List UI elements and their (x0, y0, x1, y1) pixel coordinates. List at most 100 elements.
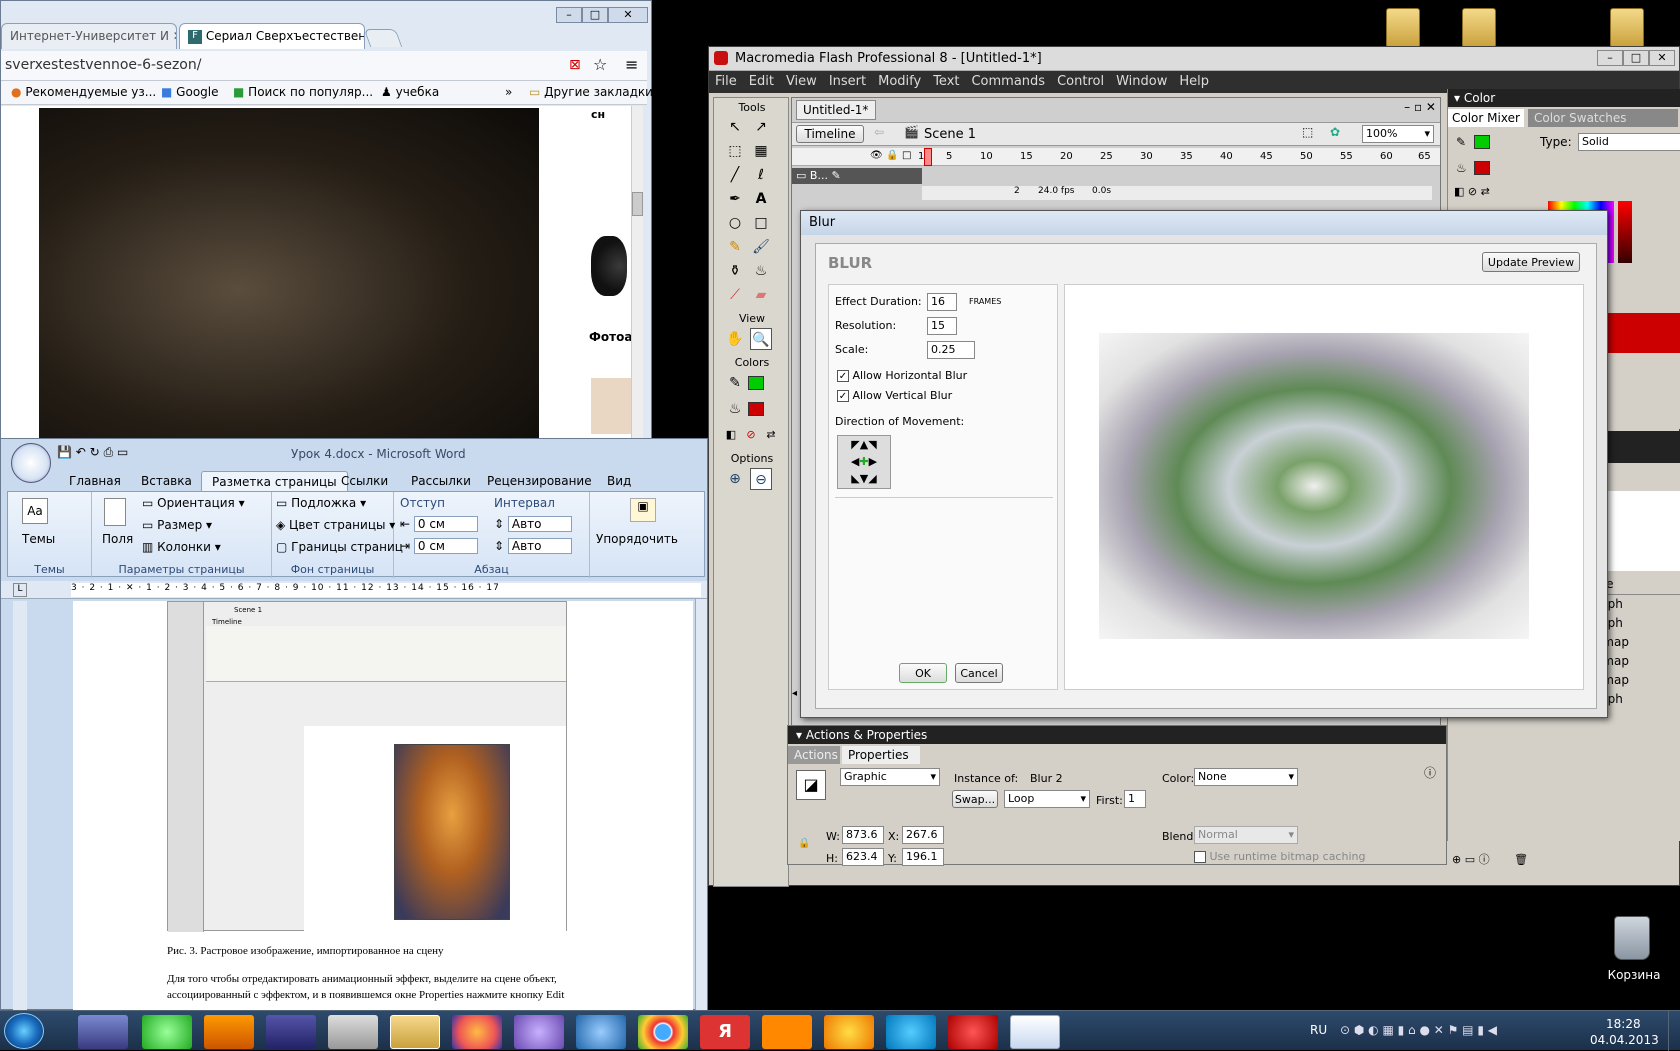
language-indicator[interactable]: RU (1310, 1023, 1327, 1037)
cancel-button[interactable]: Cancel (955, 663, 1003, 683)
swap-colors-icon[interactable]: ⇄ (760, 424, 782, 446)
fill-transform-tool-icon[interactable]: ▦ (750, 140, 772, 162)
tab-mailings[interactable]: Рассылки (401, 471, 481, 491)
lasso-tool-icon[interactable]: ℓ (750, 164, 772, 186)
library-footer-tools[interactable]: ⊕ ▭ ⓘ 🗑 (1452, 851, 1528, 867)
bookmark-folder[interactable]: ▭ Другие закладки (529, 85, 653, 99)
tab-references[interactable]: Ссылки (331, 471, 398, 491)
help-icon[interactable]: ⓘ (1424, 764, 1436, 781)
columns-button[interactable]: ▥ Колонки ▾ (142, 540, 221, 554)
office-button[interactable] (11, 443, 51, 483)
document-tab[interactable]: Untitled-1* (796, 100, 876, 120)
minimize-icon[interactable]: – (556, 7, 582, 23)
runtime-cache-checkbox[interactable]: Use runtime bitmap caching (1194, 850, 1365, 863)
indent-left-field[interactable]: ⇤ 0 см (400, 516, 478, 532)
direction-grid[interactable]: ◤▲◥ ◀✚▶ ◣▼◢ (837, 435, 891, 489)
media-player-icon[interactable] (204, 1015, 254, 1049)
menu-modify[interactable]: Modify (872, 71, 927, 92)
firefox-icon[interactable] (452, 1015, 502, 1049)
width-field[interactable]: 873.6 (842, 826, 884, 844)
watermark-button[interactable]: ▭ Подложка ▾ (276, 496, 366, 510)
redo-icon[interactable]: ↻ (90, 445, 100, 459)
lock-icon[interactable]: 🔒 (798, 838, 810, 849)
tab-review[interactable]: Рецензирование (477, 471, 602, 491)
stroke-color-icon[interactable]: ✎ (1456, 135, 1466, 149)
save-disk-icon[interactable] (266, 1015, 316, 1049)
rectangle-tool-icon[interactable]: □ (750, 212, 772, 234)
loop-select[interactable]: Loop ▾ (1004, 790, 1090, 808)
clock-time[interactable]: 18:28 (1606, 1017, 1641, 1031)
ad-image[interactable] (591, 236, 627, 296)
brush-tool-icon[interactable]: 🖌 (750, 236, 772, 258)
brightness-slider[interactable] (1618, 201, 1632, 263)
browser-tab[interactable]: Интернет-Университет И ✕ (1, 23, 177, 49)
tab-view[interactable]: Вид (597, 471, 641, 491)
tab-page-layout[interactable]: Разметка страницы (201, 471, 348, 492)
undo-icon[interactable]: ↶ (76, 445, 86, 459)
page-color-button[interactable]: ◈ Цвет страницы ▾ (276, 518, 395, 532)
scrollbar[interactable] (631, 106, 643, 439)
zoom-out-icon[interactable]: ⊖ (750, 468, 772, 490)
lock-icon[interactable]: 🔒 (886, 150, 898, 161)
tab-color-mixer[interactable]: Color Mixer (1448, 109, 1524, 127)
browser-tab-active[interactable]: F Сериал Сверхъестествен (179, 23, 365, 49)
layer-row[interactable]: ▭ B... ✎ (792, 168, 922, 184)
skype-icon[interactable] (886, 1015, 936, 1049)
chrome-icon[interactable] (638, 1015, 688, 1049)
color-tools-row[interactable]: ◧ ⊘ ⇄ (1454, 185, 1490, 198)
menu-help[interactable]: Help (1173, 71, 1215, 92)
resolution-field[interactable]: 15 (927, 317, 957, 335)
taskbar-app-icon[interactable] (824, 1015, 874, 1049)
calculator-icon[interactable] (328, 1015, 378, 1049)
margins-icon[interactable] (104, 498, 126, 526)
orientation-button[interactable]: ▭ Ориентация ▾ (142, 496, 245, 510)
maximize-icon[interactable]: □ (1623, 50, 1649, 66)
menu-commands[interactable]: Commands (965, 71, 1051, 92)
fill-color-swatch[interactable] (1474, 161, 1490, 175)
stroke-color-swatch[interactable] (748, 376, 764, 390)
preview-icon[interactable]: ▭ (117, 445, 128, 459)
playhead-marker[interactable] (924, 148, 932, 166)
paint-bucket-tool-icon[interactable]: ♨ (750, 260, 772, 282)
menu-window[interactable]: Window (1110, 71, 1173, 92)
tab-insert[interactable]: Вставка (131, 471, 202, 491)
start-button[interactable] (4, 1013, 44, 1049)
maximize-icon[interactable]: □ (582, 7, 608, 23)
icq-icon[interactable] (142, 1015, 192, 1049)
mail-agent-icon[interactable] (576, 1015, 626, 1049)
tab-home[interactable]: Главная (59, 471, 131, 491)
themes-icon[interactable]: Aa (22, 498, 48, 524)
allow-horizontal-checkbox[interactable]: ✓ Allow Horizontal Blur (837, 369, 967, 382)
menu-text[interactable]: Text (927, 71, 965, 92)
margins-button[interactable]: Поля (102, 532, 133, 546)
tray-icons[interactable]: ⊙ ⬢ ◐ ▦ ▮ ⌂ ● ✕ ⚑ ▤ ▮ ◀ (1340, 1023, 1497, 1037)
menu-insert[interactable]: Insert (823, 71, 872, 92)
tab-color-swatches[interactable]: Color Swatches (1528, 109, 1678, 127)
spacing-before-field[interactable]: ⇕ Авто (494, 516, 572, 532)
scene-label[interactable]: Scene 1 (924, 127, 976, 142)
tab-selector-icon[interactable]: L (13, 583, 27, 597)
effect-duration-field[interactable]: 16 (927, 293, 957, 311)
selection-tool-icon[interactable]: ↖ (724, 116, 746, 138)
tab-close-icon[interactable]: ✕ (173, 29, 176, 43)
ok-button[interactable]: OK (899, 663, 947, 683)
video-player[interactable] (39, 108, 539, 438)
menu-icon[interactable]: ≡ (625, 55, 638, 74)
height-field[interactable]: 623.4 (842, 848, 884, 866)
black-white-icon[interactable]: ◧ (720, 424, 742, 446)
fill-color-swatch[interactable] (748, 402, 764, 416)
ad-image[interactable] (591, 378, 631, 434)
arrange-icon[interactable]: ▣ (630, 498, 656, 522)
yandex-icon[interactable]: Я (700, 1015, 750, 1049)
update-preview-button[interactable]: Update Preview (1482, 252, 1580, 272)
menu-view[interactable]: View (780, 71, 823, 92)
edit-symbol-icon[interactable]: ✿ (1330, 125, 1340, 139)
bookmark-item[interactable]: ♟ учебка (381, 85, 439, 99)
tab-properties[interactable]: Properties (842, 746, 920, 764)
ink-bottle-tool-icon[interactable]: ⚱ (724, 260, 746, 282)
edit-scene-icon[interactable]: ⬚ (1302, 125, 1313, 139)
menu-file[interactable]: File (709, 71, 743, 92)
close-icon[interactable]: ✕ (608, 7, 648, 23)
stop-icon[interactable]: ⊠ (569, 57, 581, 73)
no-color-icon[interactable]: ⊘ (740, 424, 762, 446)
